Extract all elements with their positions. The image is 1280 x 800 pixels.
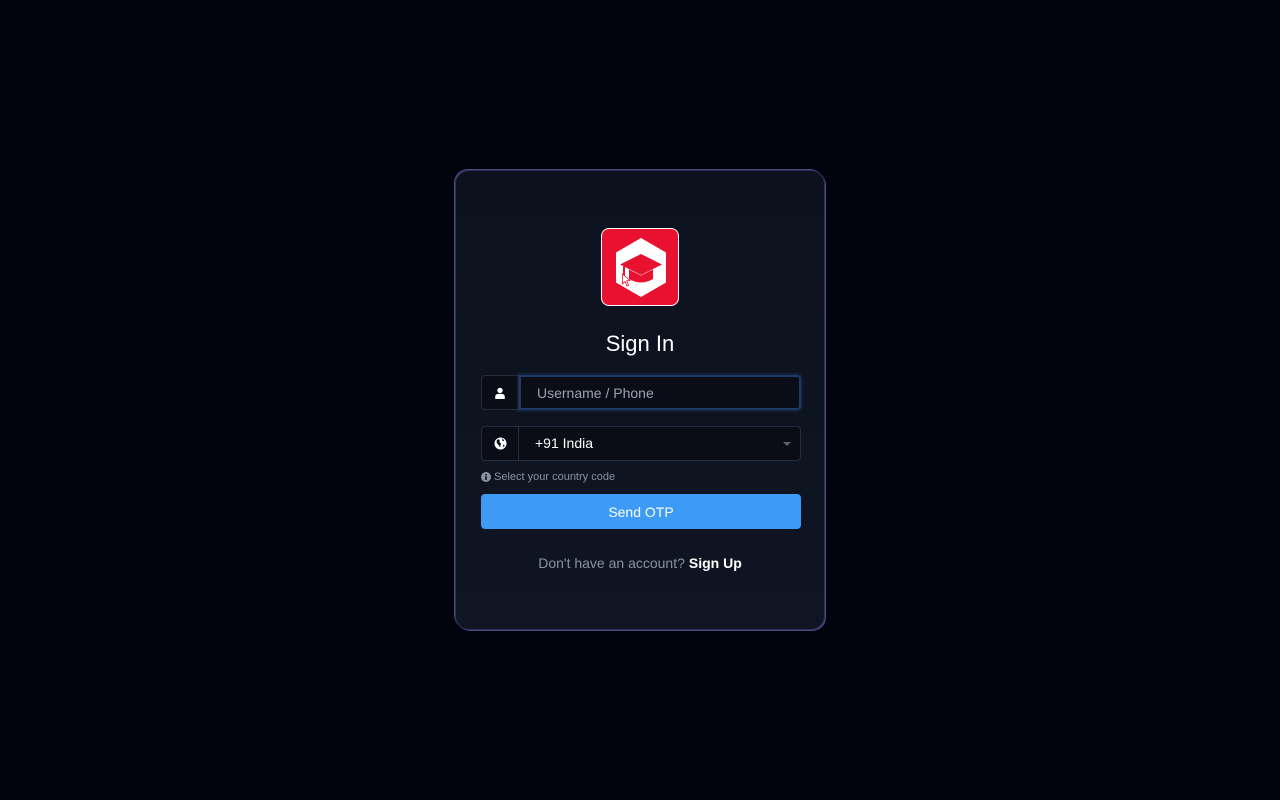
country-code-selected: +91 India [535,435,593,451]
country-code-hint: Select your country code [481,470,615,484]
sign-in-card: Sign In +91 India [455,170,825,630]
user-icon [495,387,505,399]
caret-down-icon [783,442,791,446]
sign-up-link[interactable]: Sign Up [689,555,742,571]
username-row [481,375,801,410]
login-page: Sign In +91 India [0,0,1280,800]
country-code-select[interactable]: +91 India [519,426,801,461]
globe-icon [494,437,506,450]
graduation-cap-hexagon-logo-icon [616,238,666,297]
country-addon [481,426,519,461]
page-title: Sign In [605,331,675,356]
signup-prompt: Don't have an account? Sign Up [456,554,824,572]
username-phone-input[interactable] [519,375,801,410]
username-addon [481,375,519,410]
signup-prompt-text: Don't have an account? [538,555,685,571]
send-otp-button[interactable]: Send OTP [481,494,801,529]
country-row: +91 India [481,426,801,461]
app-logo [601,228,679,306]
country-code-hint-text: Select your country code [494,471,616,483]
info-icon [481,472,491,482]
